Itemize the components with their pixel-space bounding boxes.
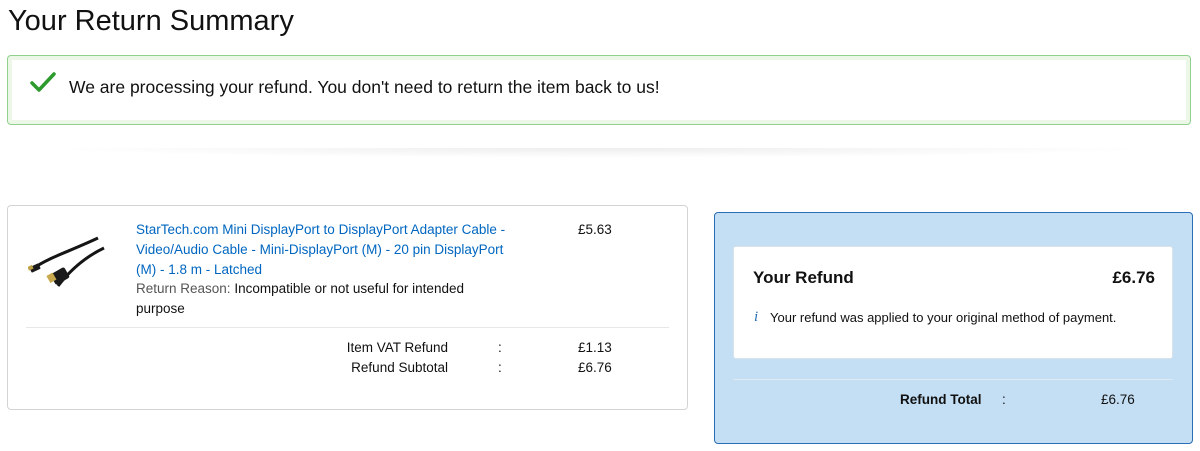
info-icon: i [754, 309, 759, 325]
refund-total-value: £6.76 [1101, 392, 1135, 407]
refund-total-label: Refund Total [900, 392, 982, 407]
vat-refund-row: Item VAT Refund : £1.13 [8, 338, 689, 358]
refund-total-colon: : [1002, 392, 1006, 407]
item-divider [26, 327, 669, 328]
section-divider [40, 148, 1160, 158]
refund-subtotal-label: Refund Subtotal [351, 360, 448, 375]
returned-item-card: StarTech.com Mini DisplayPort to Display… [7, 205, 688, 410]
product-link[interactable]: StarTech.com Mini DisplayPort to Display… [136, 220, 516, 280]
vat-refund-colon: : [498, 340, 502, 355]
refund-title: Your Refund [753, 268, 854, 287]
refund-status-alert: We are processing your refund. You don't… [7, 55, 1191, 125]
refund-details-box: Your Refund £6.76 i Your refund was appl… [733, 246, 1173, 359]
alert-message: We are processing your refund. You don't… [69, 77, 660, 97]
return-reason-label: Return Reason: [136, 281, 231, 296]
displayport-cable-image[interactable] [28, 228, 106, 288]
refund-note: Your refund was applied to your original… [770, 310, 1117, 325]
return-reason: Return Reason: Incompatible or not usefu… [136, 279, 486, 319]
refund-divider [733, 379, 1173, 380]
vat-refund-label: Item VAT Refund [346, 340, 448, 355]
refund-subtotal-colon: : [498, 360, 502, 375]
item-price: £5.63 [578, 222, 612, 237]
refund-panel: Your Refund £6.76 i Your refund was appl… [714, 212, 1193, 444]
refund-subtotal-value: £6.76 [578, 360, 612, 375]
page-title: Your Return Summary [8, 5, 294, 37]
vat-refund-value: £1.13 [578, 340, 612, 355]
refund-amount: £6.76 [1112, 268, 1155, 287]
refund-subtotal-row: Refund Subtotal : £6.76 [8, 358, 689, 378]
check-icon [30, 72, 56, 92]
